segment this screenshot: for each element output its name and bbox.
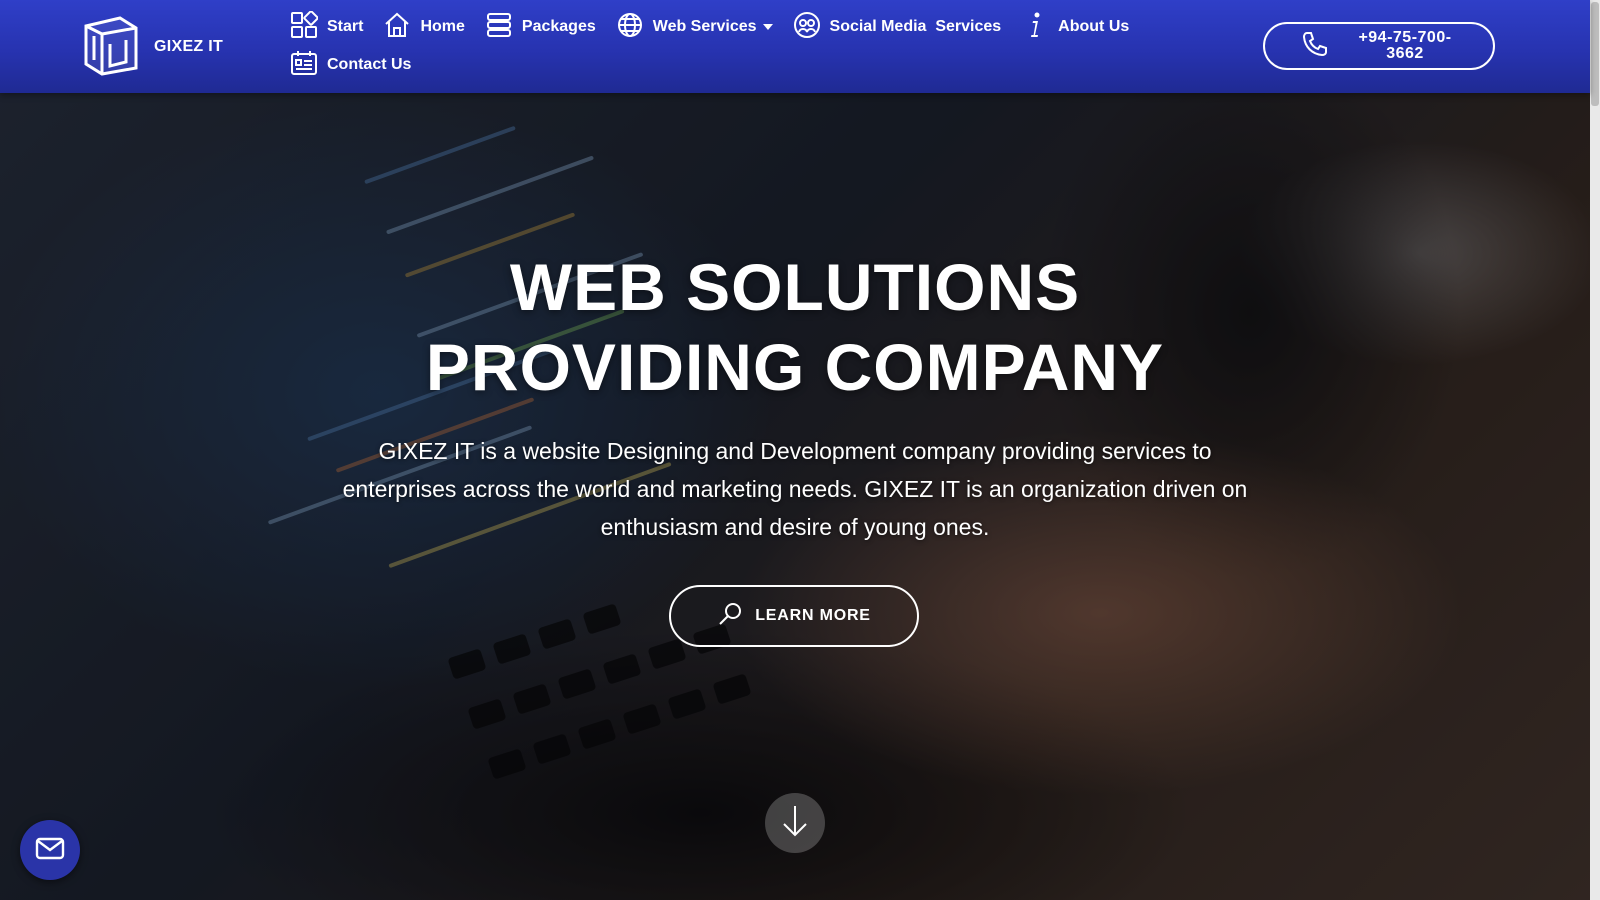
main-nav: Start Home Packages Web Services Social … (290, 8, 1150, 84)
hero-description: GIXEZ IT is a website Designing and Deve… (342, 438, 1248, 540)
arrow-down-icon (776, 802, 814, 845)
brand-name: GIXEZ IT (154, 38, 224, 55)
nav-label: Contact Us (327, 56, 412, 73)
hero-section: WEB SOLUTIONS PROVIDING COMPANY GIXEZ IT… (0, 93, 1590, 900)
search-icon (717, 601, 755, 632)
nav-item-contact-us[interactable]: Contact Us (290, 46, 411, 84)
nav-label: About Us (1058, 18, 1130, 35)
nav-label: Social Media Services (829, 18, 1002, 35)
home-icon (383, 11, 420, 44)
nav-item-social-media-services[interactable]: Social Media Services (793, 8, 1002, 46)
social-heads-icon (793, 11, 830, 44)
layers-icon (485, 11, 522, 44)
phone-button[interactable]: +94-75-700- 3662 (1263, 22, 1495, 70)
page-scrollbar[interactable] (1590, 0, 1600, 900)
nav-item-about-us[interactable]: About Us (1021, 8, 1129, 46)
brand-link[interactable]: GIXEZ IT (80, 14, 224, 81)
learn-more-button[interactable]: LEARN MORE (669, 585, 919, 647)
phone-number: +94-75-700- 3662 (1345, 30, 1465, 62)
nav-label: Start (327, 18, 364, 35)
mail-icon (34, 832, 66, 869)
nav-item-packages[interactable]: Packages (485, 8, 596, 46)
chevron-down-icon (762, 24, 773, 30)
mail-button[interactable] (20, 820, 80, 880)
nav-item-home[interactable]: Home (383, 8, 465, 46)
info-icon (1021, 11, 1058, 44)
nav-item-start[interactable]: Start (290, 8, 363, 46)
scroll-down-button[interactable] (765, 793, 825, 853)
contact-card-icon (290, 49, 327, 82)
nav-label: Home (420, 18, 465, 35)
phone-line-2: 3662 (1386, 45, 1424, 62)
nav-label: Web Services (652, 18, 757, 35)
globe-icon (616, 11, 653, 44)
grid-icon (290, 9, 327, 44)
phone-icon (1265, 30, 1329, 63)
cube-logo-icon (80, 14, 142, 81)
site-header: GIXEZ IT Start Home Packages Web Service… (0, 0, 1590, 93)
hero-title-line-1: WEB SOLUTIONS (509, 250, 1081, 324)
scrollbar-thumb[interactable] (1591, 2, 1599, 106)
hero-title-line-2: PROVIDING COMPANY (425, 330, 1165, 404)
phone-line-1: +94-75-700- (1358, 29, 1452, 46)
learn-more-label: LEARN MORE (755, 607, 871, 624)
nav-item-web-services[interactable]: Web Services (616, 8, 773, 46)
nav-label: Packages (521, 18, 596, 35)
